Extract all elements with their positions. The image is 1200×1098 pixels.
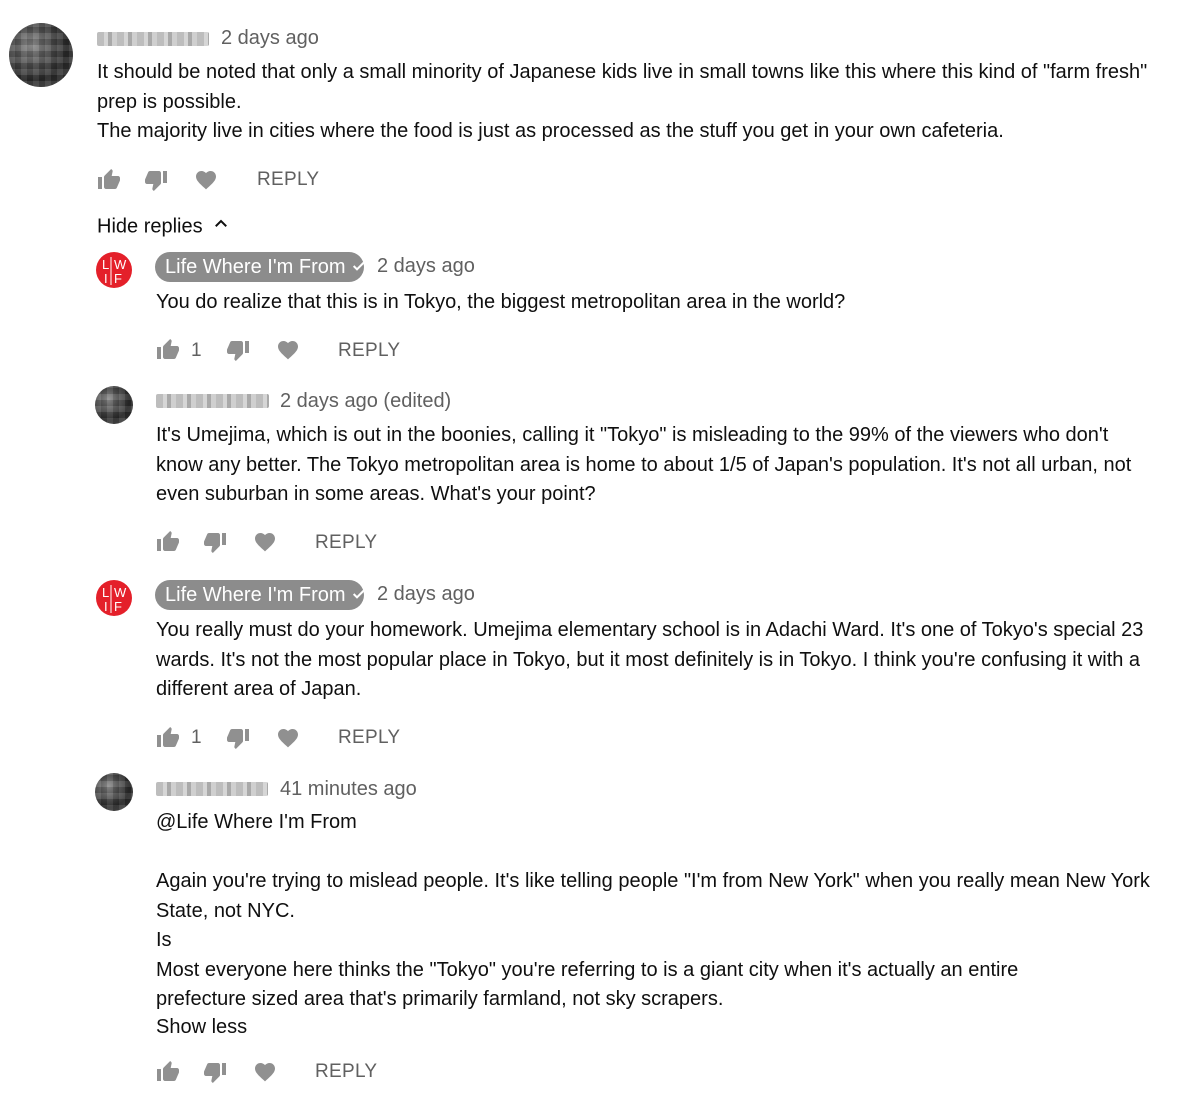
reply-button[interactable]: REPLY — [315, 532, 377, 554]
reply-paragraph: @Life Where I'm From — [156, 811, 357, 833]
commenter-avatar[interactable] — [95, 773, 133, 811]
commenter-avatar[interactable] — [9, 23, 73, 87]
hide-replies-label: Hide replies — [97, 215, 203, 238]
commenter-username-blurred[interactable] — [156, 782, 268, 796]
reply-paragraph — [156, 838, 1156, 868]
thumbs-up-icon[interactable] — [156, 530, 180, 554]
thumbs-up-icon[interactable] — [97, 168, 121, 192]
svg-text:W: W — [114, 585, 127, 600]
reply-text: You really must do your homework. Umejim… — [156, 616, 1156, 705]
reply-paragraph: You do realize that this is in Tokyo, th… — [156, 291, 846, 313]
comment-paragraph: It should be noted that only a small min… — [97, 61, 1148, 113]
heart-icon[interactable] — [276, 338, 300, 362]
like-count: 1 — [191, 727, 202, 748]
reply-paragraph: Most everyone here thinks the "Tokyo" yo… — [156, 958, 1019, 1011]
show-less-button[interactable]: Show less — [156, 1016, 247, 1039]
thumbs-down-icon[interactable] — [226, 338, 250, 362]
commenter-username-blurred[interactable] — [156, 394, 269, 408]
reply-button[interactable]: REPLY — [315, 1061, 377, 1083]
thumbs-down-icon[interactable] — [226, 726, 250, 750]
heart-icon[interactable] — [194, 168, 218, 192]
reply-button[interactable]: REPLY — [338, 727, 400, 749]
hide-replies-button[interactable]: Hide replies — [97, 215, 230, 239]
commenter-username-blurred[interactable] — [97, 32, 209, 46]
thumbs-up-icon[interactable] — [156, 726, 180, 750]
author-name: Life Where I'm From — [165, 256, 346, 278]
thumbs-down-icon[interactable] — [144, 168, 168, 192]
comment-text: It should be noted that only a small min… — [97, 58, 1157, 147]
heart-icon[interactable] — [253, 530, 277, 554]
svg-text:W: W — [114, 257, 127, 272]
like-count: 1 — [191, 340, 202, 361]
verified-check-icon — [351, 253, 367, 283]
reply-timestamp[interactable]: 2 days ago (edited) — [280, 390, 451, 413]
thumbs-down-icon[interactable] — [203, 530, 227, 554]
comment-paragraph: The majority live in cities where the fo… — [97, 120, 1004, 142]
reply-button[interactable]: REPLY — [257, 169, 319, 191]
reply-text: It's Umejima, which is out in the boonie… — [156, 421, 1156, 510]
chevron-up-icon — [212, 215, 230, 239]
svg-text:F: F — [114, 271, 122, 286]
reply-text: You do realize that this is in Tokyo, th… — [156, 288, 1156, 318]
svg-text:L: L — [102, 585, 109, 600]
svg-text:L: L — [102, 257, 109, 272]
reply-paragraph: Is — [156, 929, 172, 951]
heart-icon[interactable] — [276, 726, 300, 750]
svg-text:F: F — [114, 599, 122, 614]
comment-timestamp[interactable]: 2 days ago — [221, 27, 319, 50]
reply-paragraph: It's Umejima, which is out in the boonie… — [156, 424, 1132, 505]
svg-text:I: I — [104, 271, 108, 286]
reply-text: @Life Where I'm From Again you're trying… — [156, 808, 1156, 1015]
channel-author-chip[interactable]: Life Where I'm From — [155, 252, 367, 283]
reply-timestamp[interactable]: 2 days ago — [377, 583, 475, 606]
thumbs-down-icon[interactable] — [203, 1060, 227, 1084]
reply-timestamp[interactable]: 2 days ago — [377, 255, 475, 278]
channel-author-chip[interactable]: Life Where I'm From — [155, 580, 367, 611]
lwif-logo-icon[interactable]: L W I F — [96, 252, 132, 288]
reply-button[interactable]: REPLY — [338, 340, 400, 362]
heart-icon[interactable] — [253, 1060, 277, 1084]
author-name: Life Where I'm From — [165, 584, 346, 606]
reply-paragraph: You really must do your homework. Umejim… — [156, 619, 1144, 700]
svg-text:I: I — [104, 599, 108, 614]
verified-check-icon — [351, 581, 367, 611]
commenter-avatar[interactable] — [95, 386, 133, 424]
thumbs-up-icon[interactable] — [156, 1060, 180, 1084]
lwif-logo-icon[interactable]: L W I F — [96, 580, 132, 616]
reply-paragraph: Again you're trying to mislead people. I… — [156, 870, 1150, 922]
reply-timestamp[interactable]: 41 minutes ago — [280, 778, 417, 801]
thumbs-up-icon[interactable] — [156, 338, 180, 362]
